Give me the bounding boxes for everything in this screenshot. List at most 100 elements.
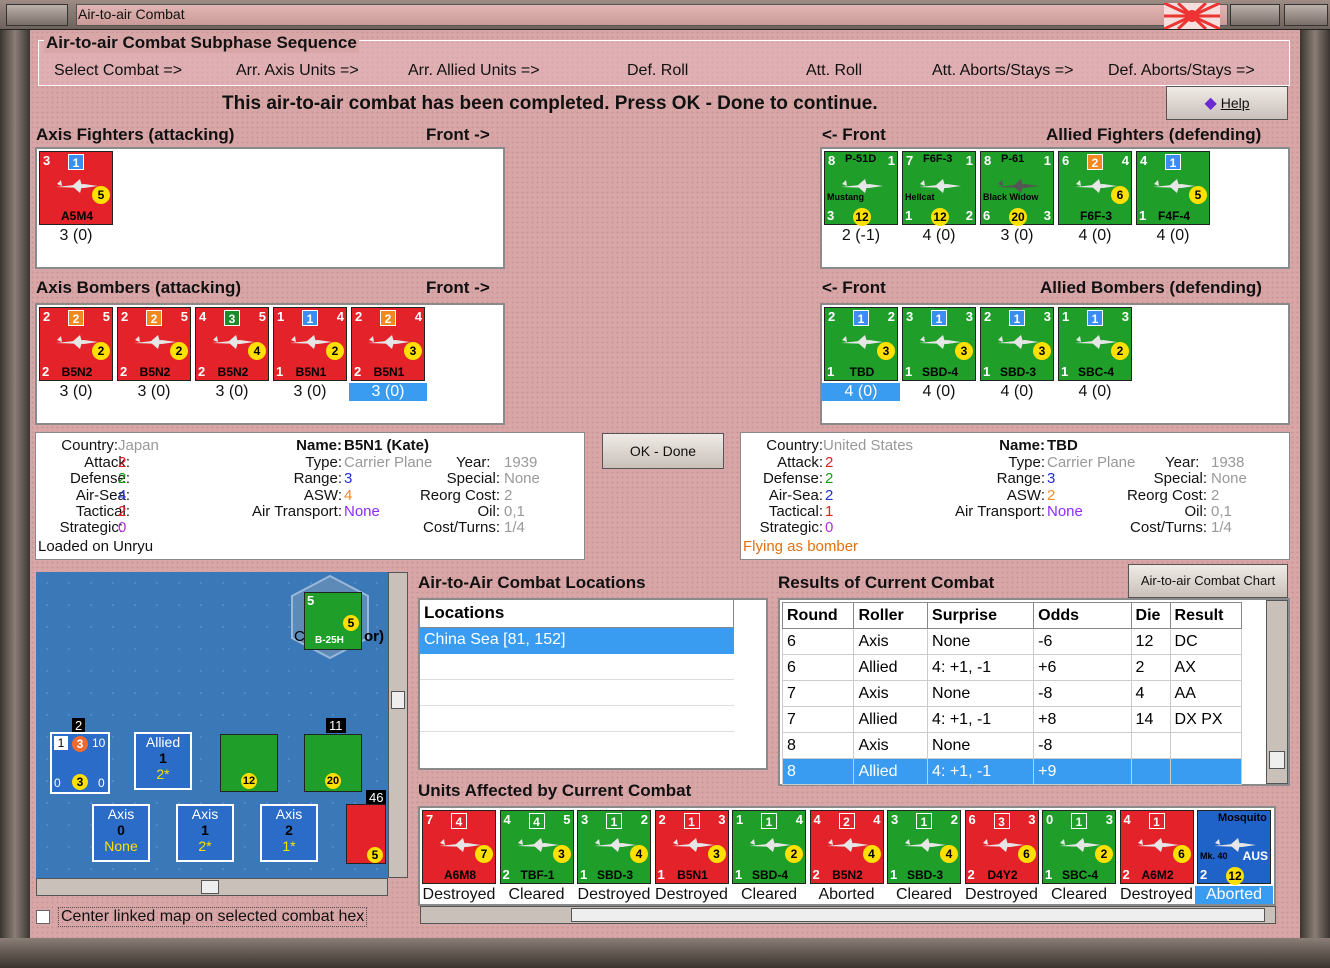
axis_bombers-unit[interactable]: 4 3 5 2 4 B5N2 [195,307,269,381]
table-row[interactable]: 6 Axis None -6 12 DC [781,628,1243,655]
unit-name: SBD-4 [921,365,958,379]
location-item[interactable]: China Sea [81, 152] [420,628,734,654]
close-button[interactable] [1284,4,1328,26]
map-p61-counter[interactable]: 20 [304,734,362,792]
results-vscroll[interactable] [1266,600,1288,784]
affected-unit[interactable]: Mosquito Mk. 40 2 12 AUS [1197,810,1271,885]
allied_fighters-unit[interactable]: 8 P-61 1 Black Widow 6 3 20 [980,151,1054,226]
axis_bombers-unit[interactable]: 2 2 4 2 3 B5N1 [351,307,425,381]
axis-fighters-box[interactable]: 3 1 5 A5M4 3 (0) [35,147,505,269]
unit-coin: 3 [1033,342,1051,360]
table-row[interactable]: 7 Axis None -8 4 AA [781,680,1243,707]
axis_fighters-unit[interactable]: 3 1 5 A5M4 [39,151,113,225]
window-menu-button[interactable] [6,4,68,26]
affected-unit[interactable]: 4 2 4 2 4 B5N2 [809,810,884,884]
combat-chart-button[interactable]: Air-to-air Combat Chart [1128,564,1288,598]
unit-badge: 2 [838,813,855,829]
unit-top-value: 1 [736,812,744,827]
map-hscroll[interactable] [36,878,388,896]
title-box [76,4,1228,26]
allied_bombers-unit[interactable]: 2 1 3 1 3 SBD-3 [980,307,1054,381]
allied_fighters-unit[interactable]: 6 2 4 6 F6F-3 [1058,151,1132,225]
allied_fighters-unit[interactable]: 7 F6F-3 1 Hellcat 1 2 12 [902,151,976,226]
allied_bombers-unit[interactable]: 3 1 3 1 3 SBD-4 [902,307,976,381]
navy-counter[interactable]: 1 3 10 0 3 0 [50,732,110,794]
axis-counter-2[interactable]: Axis 2 1* [260,804,318,862]
axis_bombers-unit[interactable]: 1 1 4 1 2 B5N1 [273,307,347,381]
allied-transport: None [1047,503,1083,520]
allied-type: Carrier Plane [1047,454,1136,471]
map-vscroll[interactable] [388,572,408,878]
map-p51d-counter[interactable]: 12 [220,734,278,792]
ok-done-button[interactable]: OK - Done [602,433,724,469]
affected-units-box[interactable]: 7 4 7 A6M8 Destroyed 4 4 5 2 3 TBF-1 Cleared 3 1 2 1 4 SB… [418,806,1276,906]
table-row[interactable]: 8 Allied 4: +1, -1 +9 [781,758,1243,785]
hex-unit[interactable]: 5 5 B-25H [304,592,362,650]
results-header[interactable]: Round [781,602,855,629]
unit-nation: AUS [1242,849,1268,863]
unit-name: A6M8 [443,868,476,882]
axis_bombers-unit[interactable]: 2 2 5 2 2 B5N2 [117,307,191,381]
results-header[interactable]: Surprise [927,602,1035,629]
help-button[interactable]: ◆ Help [1166,86,1288,120]
locations-list[interactable]: Locations China Sea [81, 152] [418,598,768,770]
affected-hscroll[interactable] [420,906,1276,924]
results-header[interactable]: Result [1169,602,1243,629]
center-map-checkbox[interactable] [36,910,50,924]
seq-select-combat: Select Combat => [54,62,183,79]
minimize-button[interactable] [1230,4,1280,26]
unit-bottom-left: 1 [905,208,913,223]
center-map-label: Center linked map on selected combat hex [58,907,368,927]
affected-unit[interactable]: 1 1 4 1 2 SBD-4 [732,810,806,884]
results-header[interactable]: Die [1130,602,1171,629]
affected-unit[interactable]: 0 1 3 1 2 SBC-4 [1042,810,1116,884]
table-row[interactable]: 8 Axis None -8 [781,732,1243,759]
label: Range: [996,470,1045,487]
axis-bombers-box[interactable]: 2 2 5 2 2 B5N2 3 (0) 2 2 5 2 2 B5N2 3 (0) 4 3 5 2 4 B5N2 3 (… [35,303,505,425]
label: Tactical: [768,503,823,520]
allied_fighters-unit[interactable]: 8 P-51D 1 Mustang 3 12 [824,151,898,226]
unit-top-right: 3 [965,309,973,324]
navy-val: 3 [72,774,88,790]
allied-special: None [1211,470,1247,487]
table-row[interactable]: 7 Allied 4: +1, -1 +8 14 DX PX [781,706,1243,733]
results-table-box[interactable]: Round Roller Surprise Odds Die Result 6 Axis No… [778,598,1290,786]
affected-unit[interactable]: 3 1 2 1 4 SBD-3 [577,810,651,884]
affected-unit[interactable]: 7 4 7 A6M8 [422,810,496,884]
table-cell: Allied [853,758,929,785]
affected-unit[interactable]: 4 1 2 6 A6M2 [1119,810,1194,884]
axis_bombers-unit[interactable]: 2 2 5 2 2 B5N2 [39,307,113,381]
map-axis-stack[interactable]: 5 [346,804,386,864]
counter-value: 1 [201,822,209,838]
table-row[interactable]: 6 Allied 4: +1, -1 +6 2 AX [781,654,1243,681]
results-header[interactable]: Odds [1033,602,1132,629]
axis-counter-0[interactable]: Axis 0 None [92,804,150,862]
axis-counter-1[interactable]: Axis 1 2* [176,804,234,862]
affected-unit[interactable]: 4 4 5 2 3 TBF-1 [499,810,574,884]
affected-unit[interactable]: 3 1 2 1 4 SBD-3 [887,810,961,884]
label: Air Transport: [251,503,342,520]
allied-air-counter[interactable]: Allied 1 2* [134,732,192,790]
unit-name: SBD-3 [596,868,633,882]
affected-unit[interactable]: 6 3 3 2 6 D4Y2 [964,810,1039,884]
unit-top-value: 6 [968,812,976,827]
unit-badge: 1 [1148,813,1165,829]
allied-fighters-box[interactable]: 8 P-51D 1 Mustang 3 12 2 (-1) 7 F6F-3 1 Hellcat 1 2 1… [820,147,1290,269]
hex-unit-coin: 5 [343,615,359,631]
linked-map[interactable]: 5 5 B-25H C or) 2 1 3 10 0 3 0 Allied 1 … [36,572,388,878]
axis-type: Carrier Plane [344,454,433,471]
affected-unit[interactable]: 2 1 3 1 3 B5N1 [654,810,729,884]
unit-coin: 12 [931,208,949,226]
table-cell [1169,758,1243,785]
unit-strength: 3 (0) [137,383,171,400]
allied-bombers-box[interactable]: 2 1 2 1 3 TBD 4 (0) 3 1 3 1 3 SBD-4 4 (0) 2 1 3 1 3 SBD-3 4 … [820,303,1290,425]
unit-coin: 2 [785,845,803,863]
unit-coin: 2 [92,342,110,360]
allied_bombers-unit[interactable]: 1 1 3 1 2 SBC-4 [1058,307,1132,381]
unit-name: B5N2 [61,365,93,379]
allied_fighters-unit[interactable]: 4 1 1 5 F4F-4 [1136,151,1210,225]
navy-val: 3 [72,736,88,752]
navy-val: 0 [98,776,105,790]
results-header[interactable]: Roller [853,602,929,629]
allied_bombers-unit[interactable]: 2 1 2 1 3 TBD [824,307,898,381]
